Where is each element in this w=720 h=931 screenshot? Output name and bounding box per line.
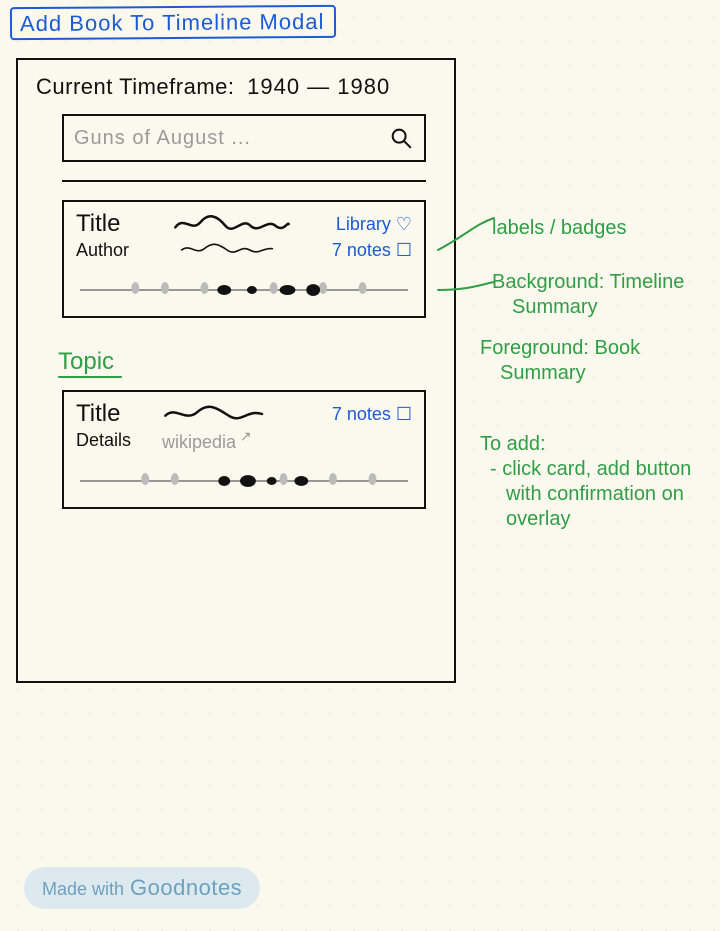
notes-badge[interactable]: 7 notes ☐ <box>312 404 412 425</box>
annotation-text: with confirmation on <box>480 482 710 507</box>
result-card-book[interactable]: Title Library ♡ Author 7 notes ☐ <box>62 200 426 318</box>
annotation-text: Summary <box>480 361 710 386</box>
current-timeframe: Current Timeframe: 1940 — 1980 <box>36 74 440 100</box>
divider <box>62 180 426 182</box>
details-source-text: wikipedia <box>162 432 236 452</box>
annotation-text: Foreground: Book <box>480 336 710 361</box>
annotation-text: overlay <box>480 507 710 532</box>
annotation-text: Background: Timeline <box>492 270 720 295</box>
section-heading-topic: Topic <box>58 348 440 376</box>
external-link-icon: ↗ <box>236 428 252 444</box>
annotation-labels-badges: labels / badges <box>492 216 720 241</box>
timeline-summary-icon <box>76 467 412 495</box>
page-title: Add Book To Timeline Modal <box>10 5 337 40</box>
annotation-text: - click card, add button <box>480 457 710 482</box>
annotation-text: Summary <box>492 295 720 320</box>
card-title-label: Title <box>76 210 162 238</box>
search-icon[interactable] <box>388 125 414 151</box>
result-card-topic[interactable]: Title 7 notes ☐ Details wikipedia ↗ <box>62 390 426 509</box>
badge-brand: Goodnotes <box>130 875 242 901</box>
notes-badge[interactable]: 7 notes ☐ <box>312 240 412 261</box>
made-with-goodnotes-badge: Made with Goodnotes <box>24 867 260 909</box>
search-input[interactable]: Guns of August ... <box>62 114 426 162</box>
annotation-todo: To add: - click card, add button with co… <box>480 432 710 532</box>
card-author-label: Author <box>76 240 162 261</box>
annotation-text: To add: <box>480 432 710 457</box>
card-title-label: Title <box>76 400 162 428</box>
author-squiggle-icon <box>162 238 312 262</box>
title-squiggle-icon <box>162 402 312 426</box>
search-placeholder: Guns of August ... <box>74 127 388 150</box>
add-book-modal: Current Timeframe: 1940 — 1980 Guns of A… <box>16 58 456 683</box>
library-badge[interactable]: Library ♡ <box>312 214 412 235</box>
timeline-summary-icon <box>76 276 412 304</box>
wikipedia-link[interactable]: wikipedia ↗ <box>162 428 252 453</box>
timeframe-value: 1940 — 1980 <box>247 74 390 99</box>
timeframe-label: Current Timeframe: <box>36 74 235 99</box>
annotation-background: Background: Timeline Summary <box>492 270 720 320</box>
annotation-foreground: Foreground: Book Summary <box>480 336 710 386</box>
annotation-text: labels / badges <box>492 217 627 239</box>
title-squiggle-icon <box>162 212 312 236</box>
badge-prefix: Made with <box>42 879 124 900</box>
card-details-label: Details <box>76 430 162 451</box>
